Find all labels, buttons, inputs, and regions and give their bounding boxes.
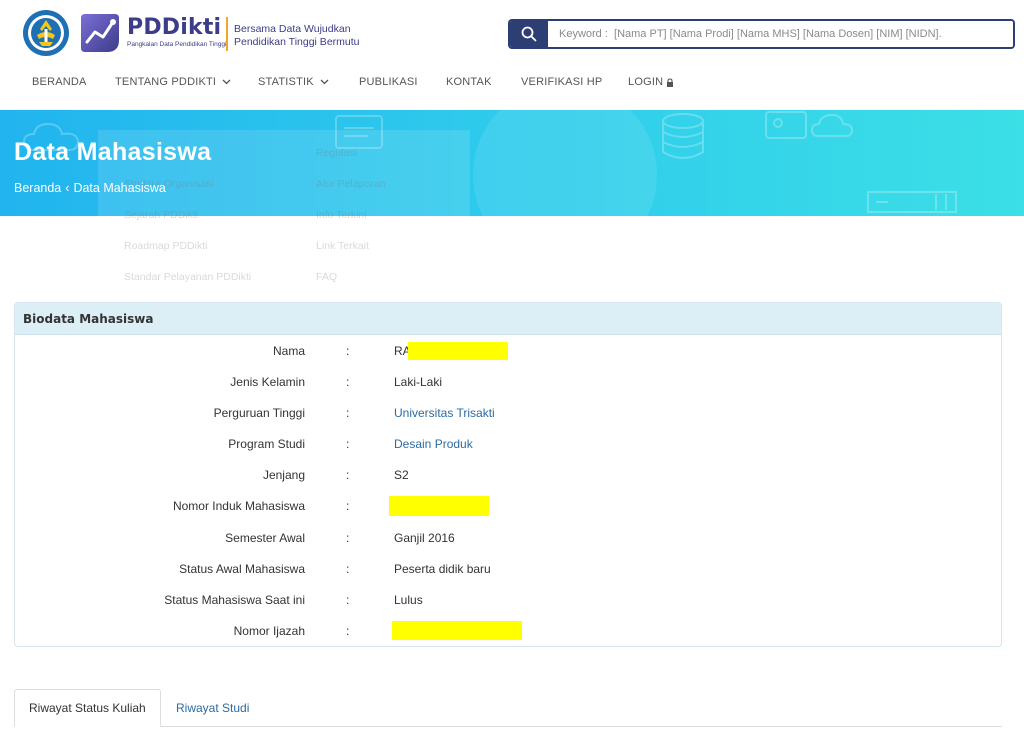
row-separator: : [346, 344, 350, 358]
nav-item-publikasi[interactable]: PUBLIKASI [359, 76, 418, 88]
nav-item-label: KONTAK [446, 76, 492, 88]
redaction-mark [392, 621, 522, 640]
biodata-row-status-awal: Status Awal Mahasiswa : Peserta didik ba… [15, 554, 1001, 585]
biodata-row-perguruan-tinggi: Perguruan Tinggi : Universitas Trisakti [15, 398, 1001, 429]
dropdown-item-standar-pelayanan[interactable]: Standar Pelayanan PDDikti [124, 271, 251, 283]
dropdown-item-regulasi[interactable]: Regulasi [316, 147, 357, 159]
cloud-icon [810, 113, 854, 137]
nav-item-tentang-pddikti[interactable]: TENTANG PDDIKTI [115, 76, 231, 88]
row-label: Jenjang [262, 468, 305, 482]
redaction-mark [408, 342, 508, 360]
row-label: Status Awal Mahasiswa [179, 562, 305, 576]
search-bar [508, 19, 1015, 49]
row-label: Perguruan Tinggi [213, 406, 305, 420]
row-separator: : [346, 562, 350, 576]
tagline-line-2: Pendidikan Tinggi Bermutu [234, 36, 360, 48]
row-label: Nama [272, 344, 305, 358]
row-label: Nomor Induk Mahasiswa [172, 499, 305, 513]
history-tabs: Riwayat Status Kuliah Riwayat Studi [14, 689, 1002, 727]
nav-item-kontak[interactable]: KONTAK [446, 76, 492, 88]
biodata-row-semester-awal: Semester Awal : Ganjil 2016 [15, 523, 1001, 554]
program-studi-link[interactable]: Desain Produk [394, 437, 473, 451]
biodata-row-status-saat-ini: Status Mahasiswa Saat ini : Lulus [15, 585, 1001, 616]
row-label: Jenis Kelamin [230, 375, 305, 389]
tagline-line-1: Bersama Data Wujudkan [234, 23, 351, 35]
dropdown-item-roadmap[interactable]: Roadmap PDDikti [124, 240, 207, 252]
search-button[interactable] [510, 21, 548, 47]
nav-item-label: LOGIN [628, 76, 664, 88]
site-header: PDDikti Pangkalan Data Pendidikan Tinggi… [0, 0, 1024, 66]
row-separator: : [346, 593, 350, 607]
dropdown-item-sejarah[interactable]: Sejarah PDDikti [124, 209, 198, 221]
row-label: Nomor Ijazah [233, 624, 305, 638]
dropdown-item-info-terkini[interactable]: Info Terkini [316, 209, 367, 221]
nav-item-beranda[interactable]: BERANDA [32, 76, 87, 88]
row-label: Semester Awal [225, 531, 305, 545]
breadcrumb-home-link[interactable]: Beranda [14, 181, 61, 195]
biodata-panel: Biodata Mahasiswa Nama : RA Jenis Kelami… [14, 302, 1002, 647]
row-separator: : [346, 437, 350, 451]
tagline: Bersama Data Wujudkan Pendidikan Tinggi … [234, 23, 360, 49]
main-nav: BERANDA TENTANG PDDIKTI STATISTIK PUBLIK… [0, 66, 1024, 100]
row-label: Program Studi [228, 437, 305, 451]
page-title: Data Mahasiswa [14, 138, 212, 166]
nav-item-label: PUBLIKASI [359, 76, 418, 88]
dropdown-item-faq[interactable]: FAQ [316, 271, 337, 283]
tab-riwayat-studi[interactable]: Riwayat Studi [162, 689, 263, 727]
brand-name: PDDikti [127, 15, 222, 40]
panel-title: Biodata Mahasiswa [23, 311, 154, 326]
biodata-row-nim: Nomor Induk Mahasiswa : [15, 491, 1001, 522]
row-value: S2 [394, 468, 409, 482]
database-icon [662, 113, 704, 159]
breadcrumb-current: Data Mahasiswa [73, 181, 166, 195]
brand-subtitle: Pangkalan Data Pendidikan Tinggi [127, 41, 227, 48]
tut-wuri-handayani-logo[interactable] [22, 9, 70, 57]
nav-item-label: TENTANG PDDIKTI [115, 76, 217, 88]
biodata-row-nomor-ijazah: Nomor Ijazah : [15, 616, 1001, 646]
nav-item-label: STATISTIK [258, 76, 314, 88]
server-icon [867, 191, 957, 213]
biodata-row-jenis-kelamin: Jenis Kelamin : Laki-Laki [15, 367, 1001, 398]
chevron-down-icon [320, 79, 329, 85]
row-separator: : [346, 531, 350, 545]
row-value: Peserta didik baru [394, 562, 491, 576]
perguruan-tinggi-link[interactable]: Universitas Trisakti [394, 406, 495, 420]
lock-icon [667, 77, 674, 87]
dropdown-item-link-terkait[interactable]: Link Terkait [316, 240, 369, 252]
image-icon [765, 111, 807, 139]
search-icon [521, 26, 537, 42]
nav-item-statistik[interactable]: STATISTIK [258, 76, 329, 88]
pddikti-logo-mark[interactable] [77, 10, 123, 56]
biodata-row-nama: Nama : RA [15, 336, 1001, 367]
row-value: Ganjil 2016 [394, 531, 455, 545]
row-separator: : [346, 375, 350, 389]
panel-header: Biodata Mahasiswa [15, 303, 1001, 335]
tab-riwayat-status-kuliah[interactable]: Riwayat Status Kuliah [14, 689, 161, 727]
nav-item-login[interactable]: LOGIN [628, 76, 674, 88]
nav-item-label: VERIFIKASI HP [521, 76, 603, 88]
dropdown-item-alur-pelaporan[interactable]: Alur Pelaporan [316, 178, 385, 190]
biodata-row-jenjang: Jenjang : S2 [15, 460, 1001, 491]
brand-divider [226, 17, 228, 51]
row-separator: : [346, 624, 350, 638]
row-value: Laki-Laki [394, 375, 443, 389]
row-value: Lulus [394, 593, 423, 607]
search-input[interactable] [548, 21, 1013, 47]
row-separator: : [346, 406, 350, 420]
row-separator: : [346, 499, 350, 513]
biodata-row-program-studi: Program Studi : Desain Produk [15, 429, 1001, 460]
row-label: Status Mahasiswa Saat ini [164, 593, 305, 607]
row-separator: : [346, 468, 350, 482]
nav-item-label: BERANDA [32, 76, 87, 88]
breadcrumb: Beranda ‹ Data Mahasiswa [14, 181, 166, 195]
nav-item-verifikasi-hp[interactable]: VERIFIKASI HP [521, 76, 602, 88]
redaction-mark [389, 496, 489, 516]
circle-decoration [473, 110, 657, 216]
chevron-down-icon [222, 79, 231, 85]
breadcrumb-separator: ‹ [65, 181, 70, 195]
